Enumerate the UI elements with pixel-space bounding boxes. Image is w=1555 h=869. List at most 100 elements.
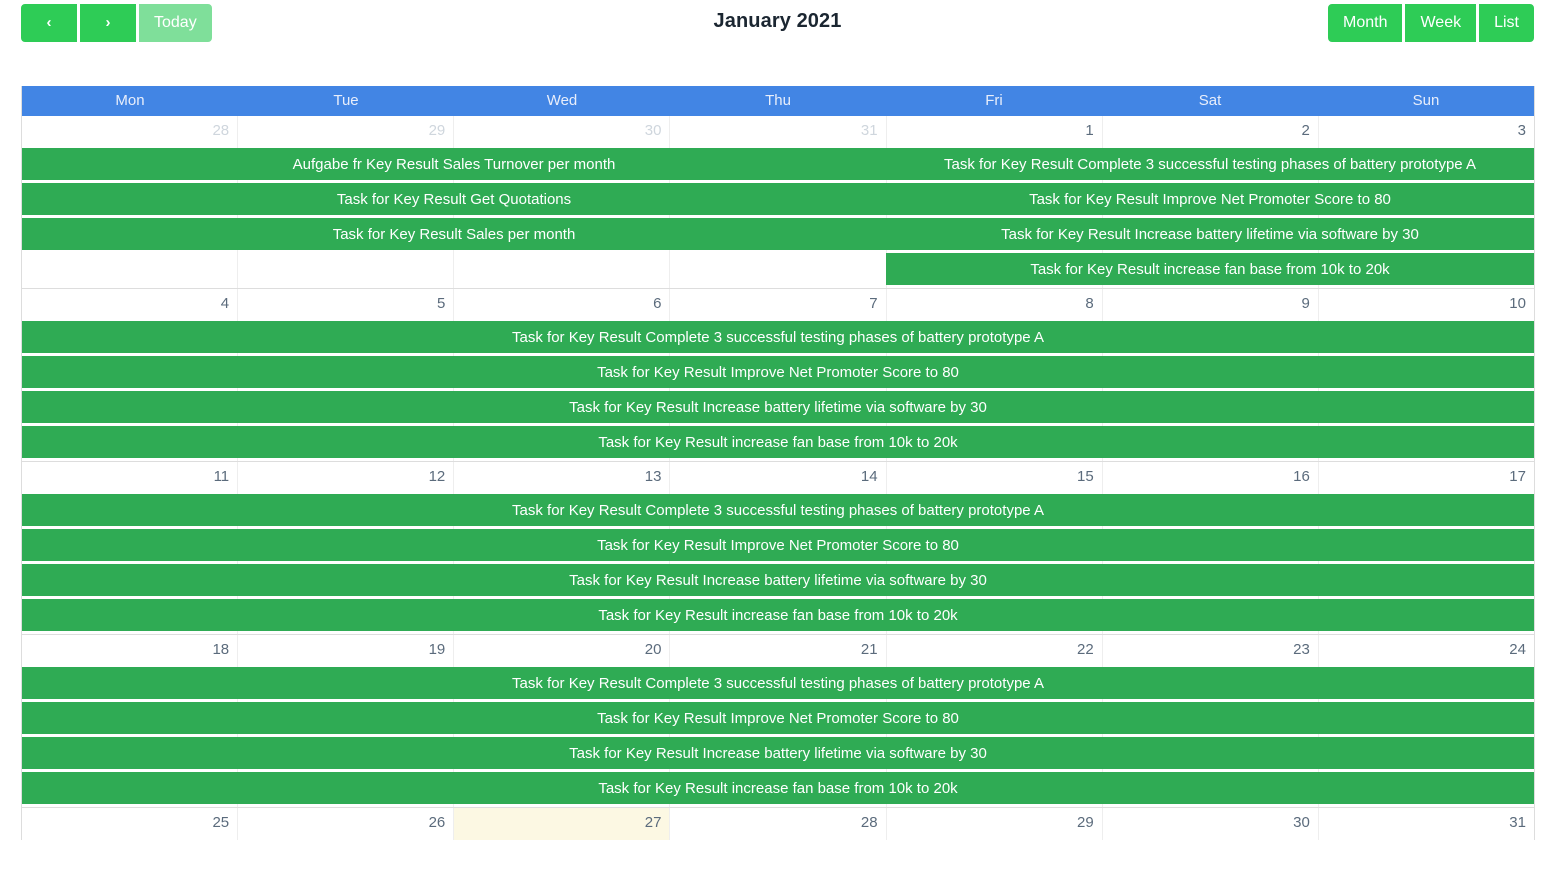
calendar-event[interactable]: Task for Key Result Increase battery lif… (22, 564, 1534, 596)
calendar-event[interactable]: Aufgabe fr Key Result Sales Turnover per… (22, 148, 886, 180)
event-row: Task for Key Result Improve Net Promoter… (22, 702, 1534, 737)
event-row: Task for Key Result increase fan base fr… (22, 253, 1534, 288)
calendar-event[interactable]: Task for Key Result Increase battery lif… (22, 391, 1534, 423)
calendar-event[interactable]: Task for Key Result Improve Net Promoter… (22, 702, 1534, 734)
weekday-header-thu: Thu (765, 92, 791, 109)
day-number-15[interactable]: 15 (887, 462, 1103, 494)
weekday-header-sun: Sun (1412, 92, 1440, 109)
day-number-16[interactable]: 16 (1103, 462, 1319, 494)
day-number-24[interactable]: 24 (1319, 635, 1534, 667)
day-number-row: 25 26 27 28 29 30 31 (22, 808, 1534, 840)
day-number-29[interactable]: 29 (238, 116, 455, 148)
event-row: Aufgabe fr Key Result Sales Turnover per… (22, 148, 1534, 183)
event-row: Task for Key Result Increase battery lif… (22, 564, 1534, 599)
day-number-3[interactable]: 3 (1319, 116, 1534, 148)
day-number-1[interactable]: 1 (887, 116, 1103, 148)
calendar-event[interactable]: Task for Key Result increase fan base fr… (22, 599, 1534, 631)
week-event-rows: Task for Key Result Complete 3 successfu… (22, 494, 1534, 634)
event-row: Task for Key Result Complete 3 successfu… (22, 494, 1534, 529)
calendar-event[interactable]: Task for Key Result Improve Net Promoter… (886, 183, 1534, 215)
calendar-event[interactable]: Task for Key Result increase fan base fr… (22, 426, 1534, 458)
day-number-13[interactable]: 13 (454, 462, 671, 494)
calendar-event[interactable]: Task for Key Result Sales per month (22, 218, 886, 250)
day-number-25[interactable]: 25 (22, 808, 239, 840)
weekday-header-wed: Wed (546, 92, 578, 109)
weekday-header-mon: Mon (115, 92, 145, 109)
day-number-9[interactable]: 9 (1103, 289, 1319, 321)
day-number-4[interactable]: 4 (22, 289, 239, 321)
view-week-button[interactable]: Week (1405, 4, 1477, 42)
calendar-event[interactable]: Task for Key Result Complete 3 successfu… (22, 321, 1534, 353)
day-number-12[interactable]: 12 (238, 462, 455, 494)
event-row: Task for Key Result Sales per month Task … (22, 218, 1534, 253)
day-number-8[interactable]: 8 (887, 289, 1103, 321)
day-number-6[interactable]: 6 (454, 289, 671, 321)
calendar-weeks: 28 29 30 31 1 2 3 Aufgabe fr Key Result Sales T… (22, 116, 1534, 840)
day-number-row: 4 5 6 7 8 9 10 (22, 289, 1534, 321)
day-number-26[interactable]: 26 (238, 808, 455, 840)
day-number-23[interactable]: 23 (1103, 635, 1319, 667)
day-number-2[interactable]: 2 (1103, 116, 1319, 148)
month-calendar: Mon Tue Wed Thu Fri Sat Sun 28 29 30 31 1 2 3 Aufgabe… (21, 86, 1535, 840)
event-row: Task for Key Result increase fan base fr… (22, 426, 1534, 461)
day-number-row: 11 12 13 14 15 16 17 (22, 462, 1534, 494)
calendar-toolbar: ‹ › Today January 2021 Month Week List (0, 0, 1555, 45)
calendar-event[interactable]: Task for Key Result Increase battery lif… (22, 737, 1534, 769)
calendar-week: 11 12 13 14 15 16 17 Task for Key Result Comple… (22, 462, 1534, 635)
day-number-21[interactable]: 21 (670, 635, 887, 667)
day-number-row: 28 29 30 31 1 2 3 (22, 116, 1534, 148)
page-title: January 2021 (713, 10, 842, 32)
day-number-28[interactable]: 28 (670, 808, 887, 840)
week-event-rows: Task for Key Result Complete 3 successfu… (22, 321, 1534, 461)
event-row-spacer (22, 253, 886, 288)
calendar-event[interactable]: Task for Key Result Complete 3 successfu… (886, 148, 1534, 180)
day-number-31[interactable]: 31 (1319, 808, 1534, 840)
calendar-event[interactable]: Task for Key Result Complete 3 successfu… (22, 667, 1534, 699)
calendar-event[interactable]: Task for Key Result Improve Net Promoter… (22, 529, 1534, 561)
weekday-header-tue: Tue (333, 92, 359, 109)
calendar-event[interactable]: Task for Key Result increase fan base fr… (22, 772, 1534, 804)
event-row: Task for Key Result increase fan base fr… (22, 772, 1534, 807)
day-number-30[interactable]: 30 (454, 116, 671, 148)
week-event-rows: Aufgabe fr Key Result Sales Turnover per… (22, 148, 1534, 288)
event-row: Task for Key Result Complete 3 successfu… (22, 667, 1534, 702)
event-row: Task for Key Result increase fan base fr… (22, 599, 1534, 634)
day-number-30[interactable]: 30 (1103, 808, 1319, 840)
calendar-event[interactable]: Task for Key Result Increase battery lif… (886, 218, 1534, 250)
day-number-10[interactable]: 10 (1319, 289, 1534, 321)
day-number-18[interactable]: 18 (22, 635, 239, 667)
day-number-7[interactable]: 7 (670, 289, 887, 321)
event-row: Task for Key Result Get Quotations Task f… (22, 183, 1534, 218)
day-number-19[interactable]: 19 (238, 635, 455, 667)
day-number-31[interactable]: 31 (670, 116, 887, 148)
day-number-17[interactable]: 17 (1319, 462, 1534, 494)
calendar-week: 28 29 30 31 1 2 3 Aufgabe fr Key Result Sales T… (22, 116, 1534, 289)
view-list-button[interactable]: List (1479, 4, 1534, 42)
weekday-header-row: Mon Tue Wed Thu Fri Sat Sun (22, 86, 1534, 116)
event-row: Task for Key Result Improve Net Promoter… (22, 529, 1534, 564)
day-number-22[interactable]: 22 (887, 635, 1103, 667)
weekday-header-fri: Fri (985, 92, 1003, 109)
calendar-week: 4 5 6 7 8 9 10 Task for Key Result Complete 3 s… (22, 289, 1534, 462)
view-switch-group: Month Week List (1328, 4, 1534, 42)
calendar-event[interactable]: Task for Key Result increase fan base fr… (886, 253, 1534, 285)
day-number-5[interactable]: 5 (238, 289, 455, 321)
calendar-event[interactable]: Task for Key Result Improve Net Promoter… (22, 356, 1534, 388)
weekday-header-sat: Sat (1198, 92, 1222, 109)
day-number-27[interactable]: 27 (454, 808, 671, 840)
calendar-event[interactable]: Task for Key Result Complete 3 successfu… (22, 494, 1534, 526)
day-number-20[interactable]: 20 (454, 635, 671, 667)
day-number-29[interactable]: 29 (887, 808, 1103, 840)
view-month-button[interactable]: Month (1328, 4, 1403, 42)
event-row: Task for Key Result Increase battery lif… (22, 391, 1534, 426)
day-number-row: 18 19 20 21 22 23 24 (22, 635, 1534, 667)
day-number-11[interactable]: 11 (22, 462, 239, 494)
calendar-event[interactable]: Task for Key Result Get Quotations (22, 183, 886, 215)
week-event-rows: Task for Key Result Complete 3 successfu… (22, 667, 1534, 807)
event-row: Task for Key Result Complete 3 successfu… (22, 321, 1534, 356)
event-row: Task for Key Result Improve Net Promoter… (22, 356, 1534, 391)
calendar-week: 25 26 27 28 29 30 31 (22, 808, 1534, 840)
day-number-28[interactable]: 28 (22, 116, 239, 148)
day-number-14[interactable]: 14 (670, 462, 887, 494)
event-row: Task for Key Result Increase battery lif… (22, 737, 1534, 772)
